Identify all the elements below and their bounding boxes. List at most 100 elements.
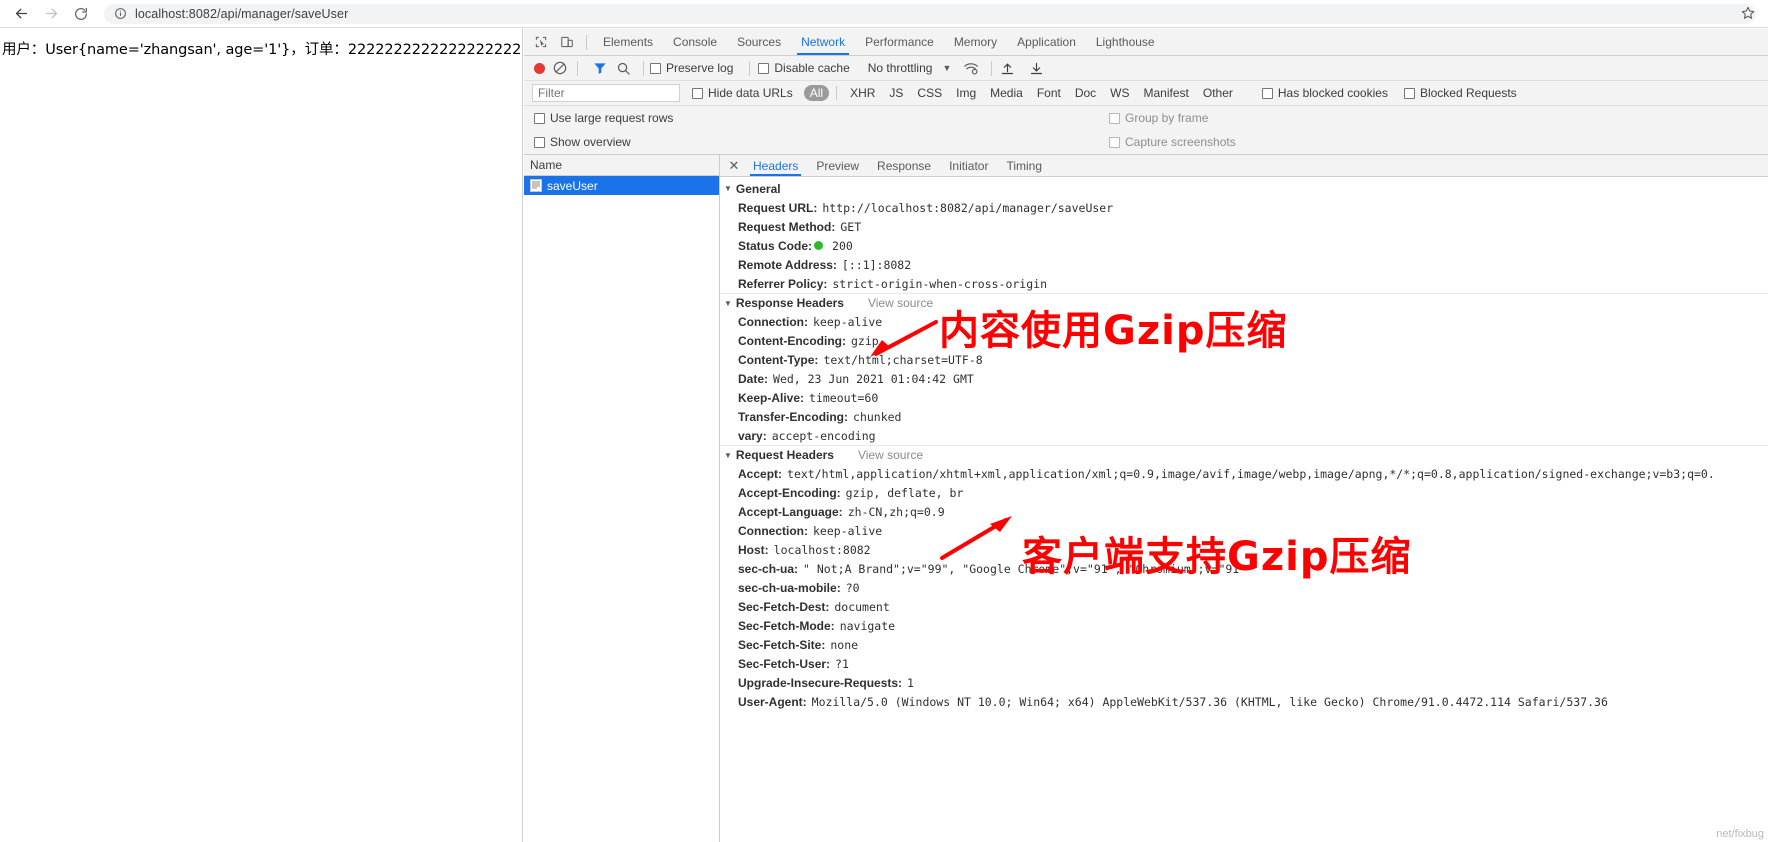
filter-type-js[interactable]: JS [883, 85, 909, 101]
checkbox-box [1261, 87, 1273, 99]
section-header-request-headers[interactable]: ▼ Request Headers View source [720, 445, 1768, 464]
detail-tab-initiator[interactable]: Initiator [940, 155, 997, 176]
section-header-response-headers[interactable]: ▼ Response Headers View source [720, 293, 1768, 312]
funnel-icon[interactable] [592, 60, 608, 76]
detail-tabbar: ✕ Headers Preview Response Initiator Timing [720, 155, 1768, 177]
request-list: Name saveUser [524, 155, 720, 842]
header-name: sec-ch-ua-mobile: [738, 580, 841, 595]
table-row[interactable]: saveUser [524, 176, 719, 195]
blocked-requests-checkbox[interactable]: Blocked Requests [1403, 86, 1517, 100]
search-icon[interactable] [616, 61, 631, 76]
clear-icon[interactable] [552, 60, 568, 76]
filter-type-all[interactable]: All [803, 85, 830, 101]
network-body: Name saveUser ✕ Headers Preview Response In… [524, 155, 1768, 842]
header-value: ?1 [835, 656, 849, 671]
header-value: navigate [839, 618, 896, 633]
forward-button[interactable] [36, 1, 66, 27]
preserve-log-label: Preserve log [666, 61, 734, 75]
import-har-icon[interactable] [1000, 61, 1015, 76]
header-row: Request Method: GET [720, 217, 1768, 236]
preserve-log-checkbox[interactable]: Preserve log [650, 61, 733, 75]
filter-type-css[interactable]: CSS [911, 85, 948, 101]
devtools-tab-group: Elements Console Sources Network Performance… [593, 29, 1165, 55]
header-name: Status Code: [738, 238, 813, 253]
filter-type-img[interactable]: Img [950, 85, 982, 101]
detail-tab-response[interactable]: Response [868, 155, 940, 176]
header-value: strict-origin-when-cross-origin [832, 276, 1048, 291]
header-row: sec-ch-ua: " Not;A Brand";v="99", "Google… [720, 559, 1768, 578]
use-large-request-rows-label: Use large request rows [550, 111, 674, 125]
header-name: Accept: [738, 466, 783, 481]
tab-elements[interactable]: Elements [593, 29, 663, 55]
detail-tab-timing[interactable]: Timing [997, 155, 1051, 176]
view-source-link[interactable]: View source [858, 448, 923, 462]
device-toolbar-button[interactable] [554, 30, 580, 54]
hide-data-urls-checkbox[interactable]: Hide data URLs [692, 86, 793, 100]
header-value: timeout=60 [809, 390, 879, 405]
address-bar-url: localhost:8082/api/manager/saveUser [135, 6, 349, 21]
close-icon[interactable]: ✕ [724, 156, 744, 176]
section-title: Request Headers [735, 448, 834, 462]
header-name: Content-Type: [738, 352, 819, 367]
tab-network[interactable]: Network [791, 29, 855, 55]
header-row: Upgrade-Insecure-Requests: 1 [720, 673, 1768, 692]
request-list-header: Name [524, 155, 719, 176]
section-header-general[interactable]: ▼ General [720, 179, 1768, 198]
filter-type-media[interactable]: Media [984, 85, 1029, 101]
group-by-frame-checkbox[interactable]: Group by frame [1109, 111, 1208, 125]
inspect-element-button[interactable] [528, 30, 554, 54]
record-stop-icon[interactable] [534, 62, 545, 74]
tab-memory[interactable]: Memory [944, 29, 1007, 55]
header-name: Sec-Fetch-Dest: [738, 599, 830, 614]
disable-cache-checkbox[interactable]: Disable cache [758, 61, 850, 75]
chevron-down-icon[interactable]: ▼ [942, 63, 951, 73]
view-source-link[interactable]: View source [868, 296, 933, 310]
has-blocked-cookies-checkbox[interactable]: Has blocked cookies [1261, 86, 1388, 100]
header-row: Referrer Policy: strict-origin-when-cross… [720, 274, 1768, 293]
header-row: Accept: text/html,application/xhtml+xml,a… [720, 464, 1768, 483]
header-name: Request Method: [738, 219, 836, 234]
tab-console[interactable]: Console [663, 29, 727, 55]
header-value: " Not;A Brand";v="99", "Google Chrome";v… [803, 561, 1247, 576]
detail-tab-preview[interactable]: Preview [807, 155, 868, 176]
filter-type-other[interactable]: Other [1197, 85, 1239, 101]
section-title: Response Headers [735, 296, 844, 310]
back-button[interactable] [6, 1, 36, 27]
filter-type-xhr[interactable]: XHR [844, 85, 881, 101]
inspect-element-icon [535, 36, 547, 48]
filter-type-font[interactable]: Font [1031, 85, 1067, 101]
header-value: ?0 [845, 580, 860, 595]
tab-application[interactable]: Application [1007, 29, 1086, 55]
header-row: Request URL: http://localhost:8082/api/ma… [720, 198, 1768, 217]
filter-type-ws[interactable]: WS [1104, 85, 1135, 101]
tab-lighthouse[interactable]: Lighthouse [1086, 29, 1165, 55]
filter-type-doc[interactable]: Doc [1069, 85, 1102, 101]
filter-input[interactable] [532, 84, 680, 102]
toolbar-divider [577, 60, 578, 76]
detail-tab-headers[interactable]: Headers [744, 155, 807, 176]
detail-tab-group: Headers Preview Response Initiator Timing [744, 155, 1051, 176]
screenshot-root: localhost:8082/api/manager/saveUser 用户：U… [0, 0, 1768, 842]
disable-cache-label: Disable cache [774, 61, 850, 75]
capture-screenshots-checkbox[interactable]: Capture screenshots [1109, 135, 1236, 149]
network-toolbar: Preserve log Disable cache No throttling… [524, 56, 1768, 81]
star-icon[interactable] [1740, 5, 1756, 21]
header-value: 1 [907, 675, 914, 690]
request-rows: saveUser [524, 176, 719, 195]
show-overview-checkbox[interactable]: Show overview [534, 135, 631, 149]
reload-button[interactable] [66, 1, 96, 27]
headers-pane: ▼ General Request URL: http://localhost:808… [720, 177, 1768, 842]
use-large-request-rows-checkbox[interactable]: Use large request rows [534, 111, 673, 125]
network-filter-bar: Hide data URLs All XHRJSCSSImgMediaFontDo… [524, 81, 1768, 106]
header-value: keep-alive [813, 523, 883, 538]
header-name: Sec-Fetch-Site: [738, 637, 826, 652]
address-bar[interactable]: localhost:8082/api/manager/saveUser [104, 3, 1756, 24]
throttling-select[interactable]: No throttling [868, 61, 933, 75]
tab-performance[interactable]: Performance [855, 29, 944, 55]
network-conditions-icon[interactable] [963, 60, 979, 76]
header-name: User-Agent: [738, 694, 807, 709]
tab-sources[interactable]: Sources [727, 29, 791, 55]
filter-type-manifest[interactable]: Manifest [1138, 85, 1195, 101]
watermark: net/fixbug [1716, 828, 1764, 840]
export-har-icon[interactable] [1029, 61, 1044, 76]
